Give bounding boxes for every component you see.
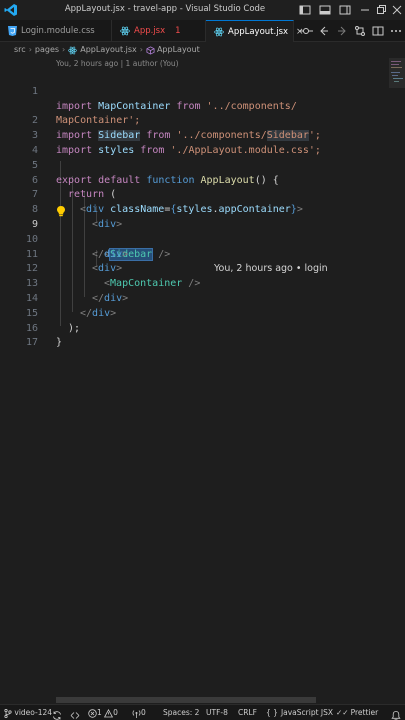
status-bar: video-124 1 0 0 Spaces: 2 UTF-8 CRLF { }… (0, 704, 405, 720)
ports-indicator[interactable]: 0 (132, 705, 146, 720)
code-line: 3 import styles from './AppLayout.module… (31, 130, 321, 156)
code-line-wrapped: MapContainer'; (56, 115, 141, 127)
tab-app-jsx[interactable]: App.jsx 1 (112, 20, 206, 42)
git-compare-icon[interactable] (353, 24, 367, 38)
git-branch-icon (4, 708, 12, 718)
error-icon (88, 708, 97, 718)
code-line: 15 ); (25, 307, 81, 334)
breadcrumb-item-symbol[interactable]: AppLayout (157, 45, 200, 54)
window-title: AppLayout.jsx - travel-app - Visual Stud… (64, 4, 266, 14)
editor-tab-bar: Login.module.css App.jsx 1 AppLayout.jsx × (0, 20, 405, 42)
warning-icon (104, 708, 114, 717)
react-icon (68, 46, 78, 54)
radio-tower-icon (132, 709, 141, 718)
braces-icon: { } (266, 708, 278, 717)
lightbulb-icon[interactable] (55, 205, 67, 217)
problems-indicator[interactable]: 1 0 (88, 705, 118, 720)
code-line: 7 <div className={styles.appContainer}> (31, 189, 303, 216)
code-line: 17 (25, 337, 38, 349)
toggle-panel-icon[interactable] (318, 3, 332, 17)
code-line: 5 export default function AppLayout() { (31, 159, 279, 186)
code-editor[interactable]: You, 2 hours ago | 1 author (You) 1 impo… (0, 58, 405, 698)
breadcrumb-item-src[interactable]: src (14, 45, 26, 54)
toggle-sidebar-icon[interactable] (298, 3, 312, 17)
symbol-function-icon (146, 45, 155, 55)
language-mode[interactable]: { } JavaScript JSX (266, 705, 333, 720)
breadcrumb-separator: › (62, 45, 66, 54)
tab-applayout-jsx[interactable]: AppLayout.jsx × (206, 20, 304, 42)
indentation-setting[interactable]: Spaces: 2 (163, 705, 199, 720)
eol-setting[interactable]: CRLF (238, 705, 257, 720)
error-count-badge: 1 (175, 26, 181, 36)
code-line: 14 </div> (25, 292, 117, 319)
code-line: 12 <MapContainer /> (25, 263, 201, 290)
code-line: 4 (31, 144, 38, 156)
sync-icon[interactable] (52, 708, 62, 720)
split-editor-icon[interactable] (371, 24, 385, 38)
toggle-secondary-sidebar-icon[interactable] (338, 3, 352, 17)
horizontal-scrollbar[interactable] (56, 697, 316, 703)
vscode-logo-icon (4, 4, 17, 16)
breadcrumb-separator: › (28, 45, 32, 54)
go-back-icon[interactable] (317, 24, 331, 38)
breadcrumb: src › pages › AppLayout.jsx › AppLayout (0, 42, 405, 58)
react-icon (120, 26, 130, 35)
notifications-bell-icon[interactable] (391, 708, 401, 720)
code-line: 16 } (25, 322, 63, 349)
breadcrumb-item-file[interactable]: AppLayout.jsx (80, 45, 137, 54)
git-branch[interactable]: video-124 (4, 705, 52, 720)
css-icon (8, 25, 17, 36)
code-line: 2 import Sidebar from '../components/Sid… (31, 115, 321, 142)
code-line: 8 <div> (31, 204, 123, 230)
minimap[interactable] (389, 58, 405, 678)
code-line-current: 9 <Sidebar /> You, 2 hours ago • login (0, 203, 405, 274)
tab-login-module-css[interactable]: Login.module.css (0, 20, 112, 42)
close-window-icon[interactable] (390, 3, 404, 17)
title-bar: AppLayout.jsx - travel-app - Visual Stud… (0, 0, 405, 20)
breadcrumb-separator: › (139, 45, 143, 54)
prettier-status[interactable]: ✓✓ Prettier (336, 705, 378, 720)
remote-icon[interactable] (70, 708, 80, 720)
open-changes-icon[interactable] (299, 24, 313, 38)
code-line: 13 </div> (25, 278, 129, 304)
code-line: 10 </div> (25, 233, 129, 260)
code-line: 6 return ( (31, 174, 117, 201)
go-forward-icon[interactable] (335, 24, 349, 38)
more-actions-icon[interactable] (389, 24, 403, 38)
double-check-icon: ✓✓ (336, 708, 349, 717)
restore-icon[interactable] (374, 3, 388, 17)
minimize-icon[interactable] (358, 3, 372, 17)
code-lines: 1 import MapContainer from '../component… (0, 70, 405, 349)
react-icon (214, 27, 224, 36)
codelens-blame[interactable]: You, 2 hours ago | 1 author (You) (56, 58, 179, 70)
code-line: 11 <div> (25, 248, 123, 275)
encoding-setting[interactable]: UTF-8 (206, 705, 228, 720)
breadcrumb-item-pages[interactable]: pages (35, 45, 59, 54)
code-line: 1 import MapContainer from '../component… (31, 85, 297, 112)
